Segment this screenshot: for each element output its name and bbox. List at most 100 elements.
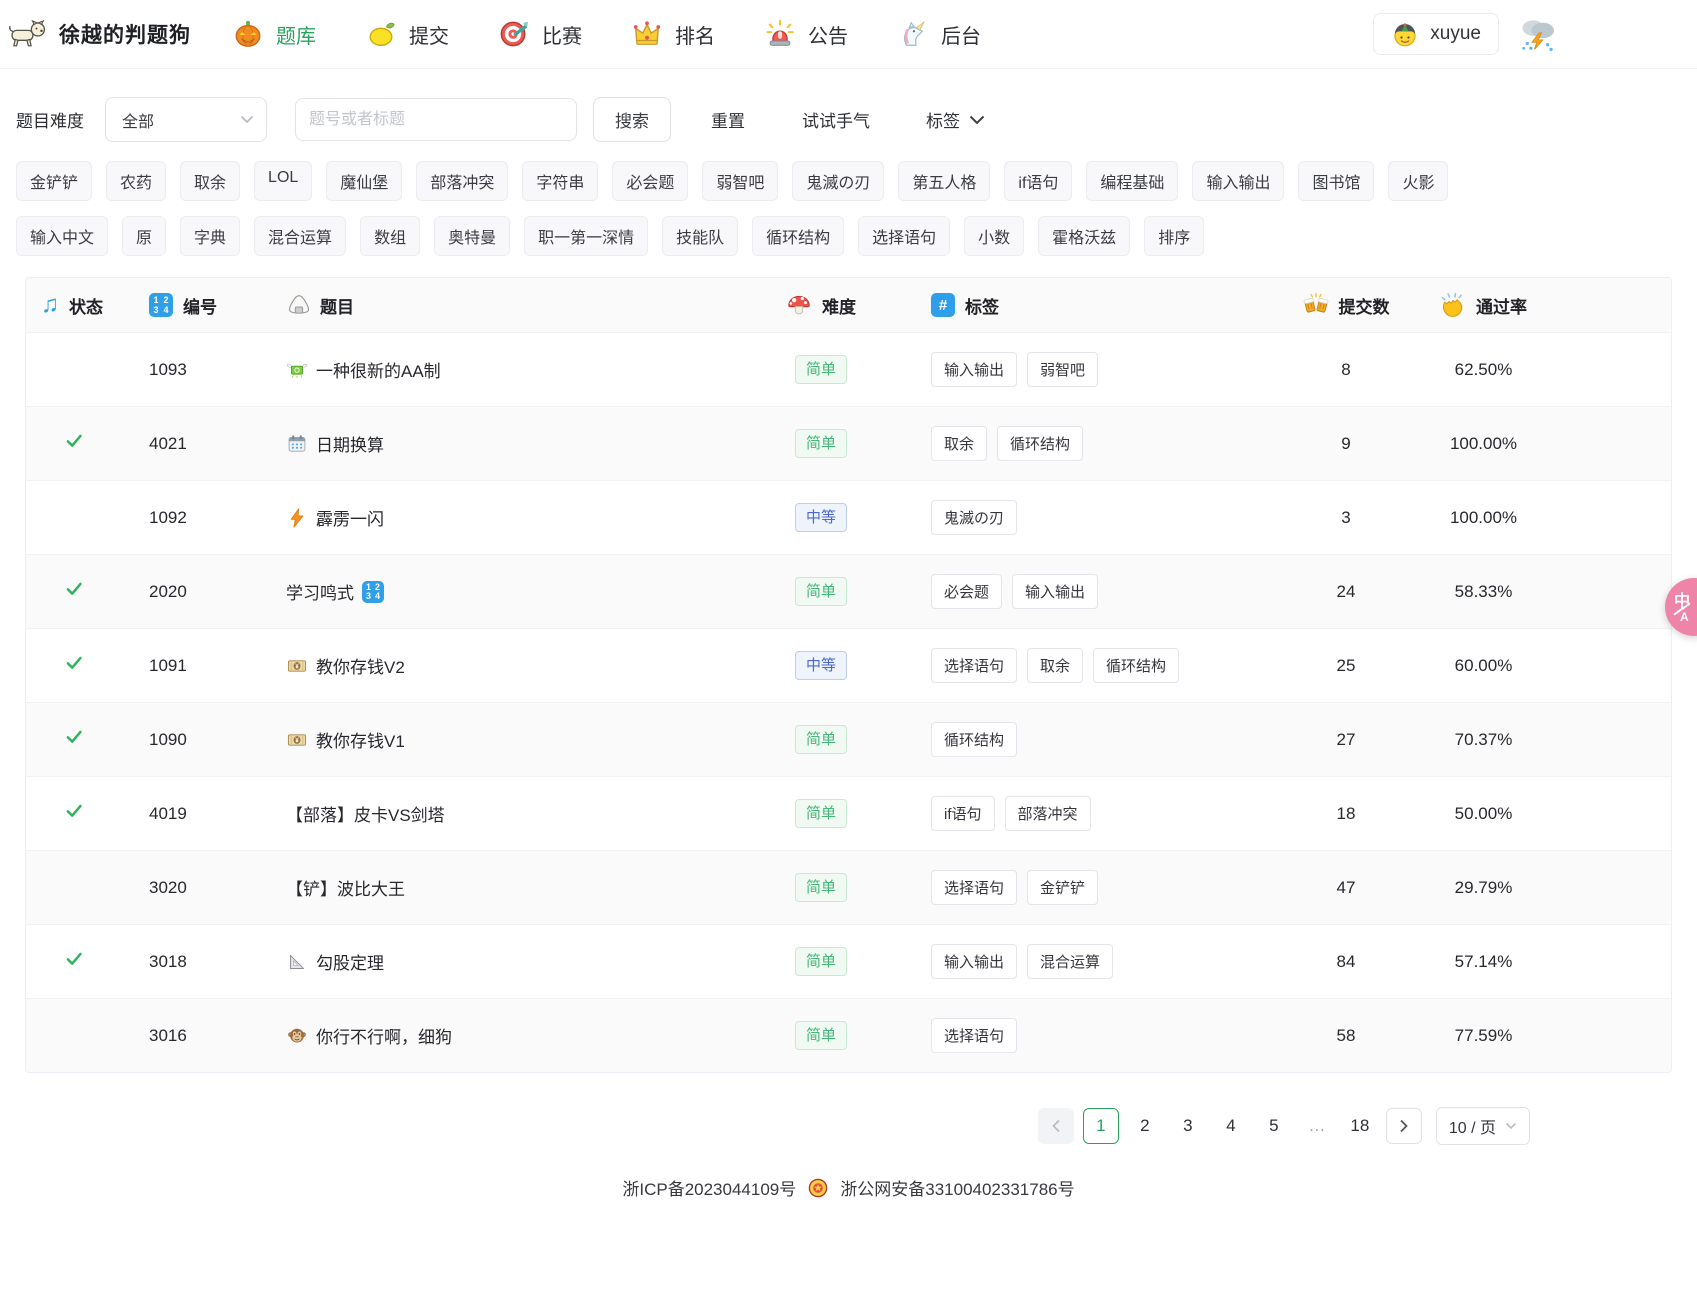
problem-title[interactable]: 【铲】波比大王: [286, 875, 405, 900]
problem-tag: 选择语句: [931, 870, 1017, 905]
tag-chip[interactable]: 农药: [106, 161, 166, 201]
reset-button[interactable]: 重置: [711, 107, 745, 132]
problem-row[interactable]: 4019【部落】皮卡VS剑塔简单if语句部落冲突1850.00%: [26, 776, 1671, 850]
problem-title[interactable]: 教你存钱V2: [316, 653, 405, 678]
difficulty-select[interactable]: 全部: [105, 97, 267, 142]
problem-row[interactable]: 1090教你存钱V1简单循环结构2770.37%: [26, 702, 1671, 776]
column-header-submissions[interactable]: 提交数: [1271, 292, 1421, 318]
page-number-3[interactable]: 3: [1171, 1108, 1205, 1144]
difficulty-badge: 简单: [795, 873, 847, 902]
tag-chip[interactable]: 选择语句: [858, 216, 950, 256]
column-header-status[interactable]: ♫状态: [26, 293, 136, 318]
tag-chip[interactable]: 必会题: [612, 161, 688, 201]
crown-icon: [632, 19, 662, 49]
problem-row[interactable]: 1093一种很新的AA制简单输入输出弱智吧862.50%: [26, 332, 1671, 406]
problem-title[interactable]: 学习鸣式: [286, 579, 354, 604]
tag-chip[interactable]: 魔仙堡: [326, 161, 402, 201]
nav-item-houtai[interactable]: 后台: [898, 19, 981, 49]
problem-title[interactable]: 教你存钱V1: [316, 727, 405, 752]
tags-toggle[interactable]: 标签: [926, 107, 985, 132]
column-header-label: 难度: [822, 293, 856, 318]
tag-chip[interactable]: 奥特曼: [434, 216, 510, 256]
tag-chip[interactable]: 火影: [1388, 161, 1448, 201]
nav-item-paiming[interactable]: 排名: [632, 19, 715, 49]
tag-chip[interactable]: 霍格沃兹: [1038, 216, 1130, 256]
tag-chip[interactable]: 编程基础: [1086, 161, 1178, 201]
column-header-difficulty[interactable]: 难度: [746, 292, 896, 318]
tag-chip[interactable]: 技能队: [662, 216, 738, 256]
dart-icon: [499, 19, 529, 49]
problem-row[interactable]: 2020学习鸣式1234简单必会题输入输出2458.33%: [26, 554, 1671, 628]
problem-title[interactable]: 日期换算: [316, 431, 384, 456]
tag-chip[interactable]: 金铲铲: [16, 161, 92, 201]
tag-chip[interactable]: 职一第一深情: [524, 216, 648, 256]
prev-page-button[interactable]: [1038, 1108, 1074, 1144]
clap-icon: [1440, 292, 1466, 318]
user-button[interactable]: xuyue: [1373, 13, 1499, 55]
page-number-2[interactable]: 2: [1128, 1108, 1162, 1144]
tag-chip[interactable]: 输入中文: [16, 216, 108, 256]
nav-item-tiku[interactable]: 题库: [233, 19, 316, 49]
music-note-icon: ♫: [41, 293, 59, 317]
tag-chip[interactable]: 排序: [1144, 216, 1204, 256]
status-cell: [26, 432, 136, 455]
column-header-tags[interactable]: #标签: [896, 293, 1271, 318]
tag-chip[interactable]: 鬼滅の刃: [792, 161, 884, 201]
page-number-1[interactable]: 1: [1083, 1108, 1119, 1144]
problem-title[interactable]: 【部落】皮卡VS剑塔: [286, 801, 445, 826]
nav-item-label: 提交: [409, 20, 449, 49]
user-name: xuyue: [1430, 23, 1481, 45]
page-number-18[interactable]: 18: [1343, 1108, 1377, 1144]
nav-item-gonggao[interactable]: 公告: [765, 19, 848, 49]
problem-tag: 循环结构: [1093, 648, 1179, 683]
tag-chip[interactable]: 字典: [180, 216, 240, 256]
problem-title[interactable]: 勾股定理: [316, 949, 384, 974]
problem-title[interactable]: 一种很新的AA制: [316, 357, 441, 382]
tag-chip[interactable]: 弱智吧: [702, 161, 778, 201]
tag-chip[interactable]: 小数: [964, 216, 1024, 256]
next-page-button[interactable]: [1386, 1108, 1422, 1144]
tag-chip[interactable]: LOL: [254, 161, 312, 201]
problem-title[interactable]: 霹雳一闪: [316, 505, 384, 530]
tag-chip[interactable]: if语句: [1004, 161, 1072, 201]
tag-chip[interactable]: 图书馆: [1298, 161, 1374, 201]
pass-rate: 57.14%: [1421, 952, 1546, 972]
tag-chip[interactable]: 输入输出: [1192, 161, 1284, 201]
lucky-button[interactable]: 试试手气: [802, 107, 870, 132]
problem-row[interactable]: 3018勾股定理简单输入输出混合运算8457.14%: [26, 924, 1671, 998]
column-header-title[interactable]: 题目: [271, 292, 746, 318]
search-input[interactable]: [295, 98, 577, 141]
status-cell: [26, 802, 136, 825]
search-button[interactable]: 搜索: [593, 97, 671, 142]
submissions-count: 27: [1271, 730, 1421, 750]
column-header-id[interactable]: 1234编号: [136, 293, 271, 318]
problem-row[interactable]: 4021日期换算简单取余循环结构9100.00%: [26, 406, 1671, 480]
page-size-select[interactable]: 10 / 页: [1436, 1107, 1530, 1145]
tags-cell: if语句部落冲突: [896, 796, 1271, 831]
column-header-pass_rate[interactable]: 通过率: [1421, 292, 1546, 318]
difficulty-badge: 简单: [795, 725, 847, 754]
tag-chip[interactable]: 部落冲突: [416, 161, 508, 201]
problem-title[interactable]: 你行不行啊，细狗: [316, 1023, 452, 1048]
page-number-4[interactable]: 4: [1214, 1108, 1248, 1144]
difficulty-cell: 简单: [746, 577, 896, 606]
tag-chip[interactable]: 第五人格: [898, 161, 990, 201]
tag-chip[interactable]: 循环结构: [752, 216, 844, 256]
tag-chip[interactable]: 混合运算: [254, 216, 346, 256]
problem-row[interactable]: 1092霹雳一闪中等鬼滅の刃3100.00%: [26, 480, 1671, 554]
tag-chip[interactable]: 原: [122, 216, 166, 256]
problem-row[interactable]: 1091教你存钱V2中等选择语句取余循环结构2560.00%: [26, 628, 1671, 702]
tag-chip[interactable]: 字符串: [522, 161, 598, 201]
page-number-5[interactable]: 5: [1257, 1108, 1291, 1144]
problem-row[interactable]: 3016你行不行啊，细狗简单选择语句5877.59%: [26, 998, 1671, 1072]
tag-chip[interactable]: 数组: [360, 216, 420, 256]
tag-chip[interactable]: 取余: [180, 161, 240, 201]
status-cell: [26, 728, 136, 751]
nav-item-tijiao[interactable]: 提交: [366, 19, 449, 49]
problem-tag: 选择语句: [931, 648, 1017, 683]
nav-item-bisai[interactable]: 比赛: [499, 19, 582, 49]
problem-row[interactable]: 3020【铲】波比大王简单选择语句金铲铲4729.79%: [26, 850, 1671, 924]
title-cell: 教你存钱V1: [271, 727, 746, 752]
difficulty-badge: 简单: [795, 577, 847, 606]
submissions-count: 84: [1271, 952, 1421, 972]
